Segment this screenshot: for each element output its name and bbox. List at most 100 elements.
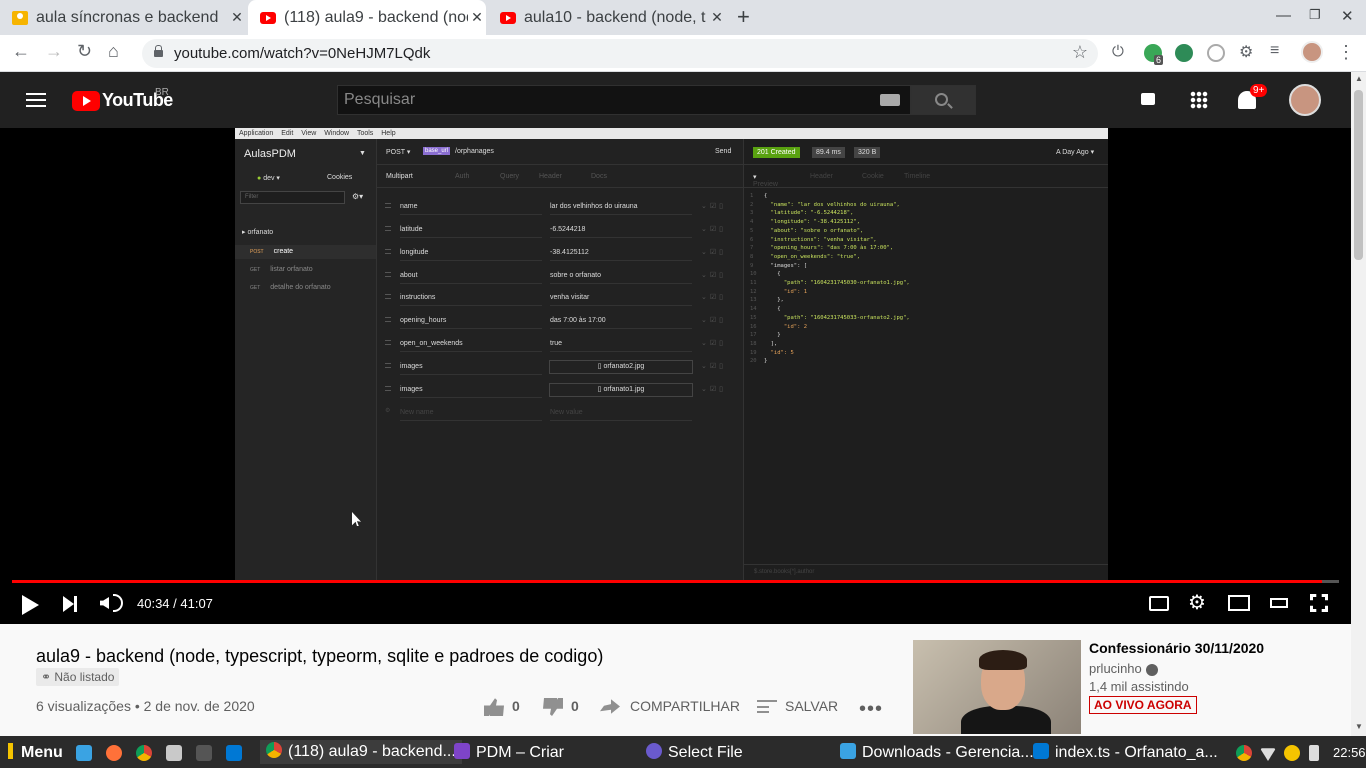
form-row: longitude -38.4125112 ⌄☑▯ (377, 245, 743, 263)
next-button[interactable] (63, 596, 77, 612)
chrome-tray-icon[interactable] (1236, 745, 1252, 761)
minimize-button[interactable]: — (1276, 7, 1291, 24)
browser-tab-2[interactable]: (118) aula9 - backend (node ✕ (248, 0, 486, 35)
dislike-button[interactable]: 0 (543, 698, 579, 716)
code-line: 10 { (750, 271, 781, 278)
task-item[interactable]: PDM – Criar (454, 743, 564, 762)
send-label: Send (715, 148, 732, 155)
menu-item: Tools (356, 130, 374, 137)
update-icon[interactable] (1284, 745, 1300, 761)
new-tab-button[interactable]: + (737, 4, 750, 30)
code-line: 12 "id": 1 (750, 288, 808, 295)
menu-item: View (301, 130, 317, 137)
app-menubar: Application Edit View Window Tools Help (235, 128, 1108, 139)
create-video-icon[interactable] (1141, 93, 1155, 105)
chrome-icon (266, 742, 282, 758)
extension-globe-icon[interactable] (1175, 44, 1193, 62)
theater-mode-icon[interactable] (1270, 598, 1288, 608)
live-channel[interactable]: prlucinho (1089, 661, 1158, 676)
request-path: /orphanages (455, 148, 494, 155)
back-button[interactable]: ← (12, 41, 30, 62)
address-bar[interactable]: youtube.com/watch?v=0NeHJM7LQdk ☆ (142, 39, 1098, 68)
vscode-icon[interactable] (226, 745, 242, 761)
more-actions-icon[interactable]: ••• (859, 698, 883, 721)
request-item: GET detalhe do orfanato (250, 284, 331, 291)
user-avatar[interactable] (1289, 84, 1321, 116)
code-line: 5 "about": "sobre o orfanato", (750, 227, 864, 234)
reload-button[interactable]: ↻ (77, 41, 92, 62)
start-menu-button[interactable]: Menu (8, 743, 63, 762)
task-item[interactable]: index.ts - Orfanato_a... (1033, 743, 1218, 762)
bookmark-star-icon[interactable]: ☆ (1072, 42, 1088, 63)
live-video-title[interactable]: Confessionário 30/11/2020 (1089, 640, 1264, 656)
video-player[interactable]: Application Edit View Window Tools Help … (0, 128, 1351, 624)
window-close-button[interactable]: ✕ (1341, 7, 1354, 25)
home-button[interactable]: ⌂ (108, 41, 119, 62)
vscode-icon (1033, 743, 1049, 759)
youtube-logo-icon[interactable] (72, 91, 100, 111)
menu-icon[interactable] (26, 93, 46, 107)
request-item: POST create (235, 245, 376, 259)
play-button[interactable] (22, 595, 39, 615)
files-icon[interactable] (166, 745, 182, 761)
puzzle-icon[interactable]: ⚙ (1239, 42, 1253, 62)
live-thumbnail[interactable] (913, 640, 1081, 734)
close-icon[interactable]: ✕ (228, 9, 246, 26)
link-icon: ⚭ (41, 670, 55, 684)
browser-tab-3[interactable]: aula10 - backend (node, t ✕ (488, 0, 726, 35)
close-icon[interactable]: ✕ (708, 9, 726, 26)
body-tabs: Multipart Auth Query Header Docs (377, 165, 743, 188)
settings-gear-icon[interactable]: ⚙ (1188, 590, 1210, 614)
lock-icon (154, 45, 163, 57)
video-frame[interactable]: Application Edit View Window Tools Help … (235, 128, 1108, 580)
wifi-icon[interactable] (1260, 748, 1276, 761)
task-item[interactable]: Select File (646, 743, 743, 762)
speaker-icon[interactable] (1309, 745, 1319, 761)
chevron-down-icon: ▼ (359, 150, 366, 157)
response-tab: Timeline (904, 173, 931, 180)
maximize-button[interactable]: ❐ (1309, 7, 1321, 23)
terminal-icon[interactable] (196, 745, 212, 761)
video-stats: 6 visualizações • 2 de nov. de 2020 (36, 698, 255, 714)
status-badge: 201 Created (753, 147, 800, 158)
subtitles-icon[interactable] (1149, 596, 1169, 611)
close-icon[interactable]: ✕ (468, 9, 486, 26)
extension-web-icon[interactable] (1207, 44, 1225, 62)
request-item: GET listar orfanato (250, 266, 313, 273)
task-item[interactable]: Downloads - Gerencia... (840, 743, 1034, 762)
progress-bar[interactable] (12, 580, 1339, 583)
volume-icon[interactable] (100, 597, 109, 609)
save-button[interactable]: SALVAR (757, 698, 838, 714)
search-button[interactable] (911, 85, 976, 115)
notification-badge: 9+ (1250, 84, 1268, 97)
menu-item: Edit (281, 130, 294, 137)
scrollbar-thumb[interactable] (1354, 90, 1363, 260)
power-icon[interactable]: ⏻ (1112, 43, 1124, 60)
page-scrollbar[interactable]: ▲ ▼ (1351, 72, 1366, 736)
firefox-icon[interactable] (106, 745, 122, 761)
chrome-menu-icon[interactable]: ⋮ (1337, 42, 1355, 63)
keyboard-icon[interactable] (880, 94, 900, 106)
desktop-icon[interactable] (76, 745, 92, 761)
profile-avatar[interactable] (1301, 41, 1323, 63)
search-box (337, 85, 911, 115)
form-row-new: ⚙ New name New value (377, 405, 743, 423)
task-item[interactable]: (118) aula9 - backend... (260, 740, 462, 764)
fullscreen-icon[interactable] (1310, 594, 1328, 612)
browser-tab-1[interactable]: aula síncronas e backend ✕ (0, 0, 246, 35)
miniplayer-icon[interactable] (1228, 595, 1250, 611)
apps-grid-icon[interactable] (1190, 91, 1208, 109)
video-title: aula9 - backend (node, typescript, typeo… (36, 646, 604, 666)
media-queue-icon[interactable]: ≡ (1270, 42, 1279, 60)
dialog-icon (646, 743, 662, 759)
code-line: 18 ], (750, 340, 778, 347)
share-button[interactable]: COMPARTILHAR (600, 698, 740, 715)
search-input[interactable] (338, 86, 878, 114)
forward-button[interactable]: → (45, 41, 63, 62)
live-badge: AO VIVO AGORA (1089, 696, 1197, 714)
response-filter: $.store.books[*].author (744, 564, 1108, 580)
code-line: 3 "latitude": "-6.5244218", (750, 210, 854, 217)
playlist-add-icon (757, 700, 777, 714)
like-button[interactable]: 0 (484, 698, 520, 717)
chrome-icon[interactable] (136, 745, 152, 761)
